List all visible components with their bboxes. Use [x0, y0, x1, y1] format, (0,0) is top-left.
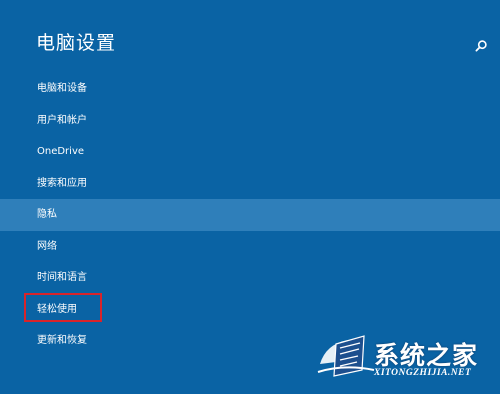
nav-item-label: 隐私 — [37, 209, 57, 220]
nav-item-search-and-apps[interactable]: 搜索和应用 — [0, 168, 500, 200]
nav-item-time-and-language[interactable]: 时间和语言 — [0, 262, 500, 294]
watermark-brand-cn: 系统之家 — [374, 341, 479, 370]
nav-item-accounts[interactable]: 用户和帐户 — [0, 105, 500, 137]
nav-item-onedrive[interactable]: OneDrive — [0, 136, 500, 168]
search-button[interactable] — [474, 38, 488, 52]
search-icon — [475, 40, 487, 52]
nav-item-label: 更新和恢复 — [37, 335, 87, 346]
highlight-box — [24, 293, 102, 322]
watermark-brand-en: XITONGZHIJIA.NET — [374, 368, 472, 378]
nav-item-label: 电脑和设备 — [37, 83, 87, 94]
nav-item-label: 搜索和应用 — [37, 177, 87, 189]
nav-item-pc-and-devices[interactable]: 电脑和设备 — [0, 73, 500, 105]
nav-item-label: 网络 — [37, 240, 57, 252]
page-title: 电脑设置 — [36, 32, 117, 54]
watermark: 系统之家 XITONGZHIJIA.NET — [316, 330, 500, 394]
nav-item-label: OneDrive — [37, 146, 85, 157]
nav-item-label: 时间和语言 — [37, 272, 87, 283]
watermark-logo-icon — [317, 335, 375, 377]
nav-item-label: 用户和帐户 — [37, 114, 87, 126]
nav-item-privacy[interactable]: 隐私 — [0, 199, 500, 231]
nav-item-network[interactable]: 网络 — [0, 231, 500, 263]
